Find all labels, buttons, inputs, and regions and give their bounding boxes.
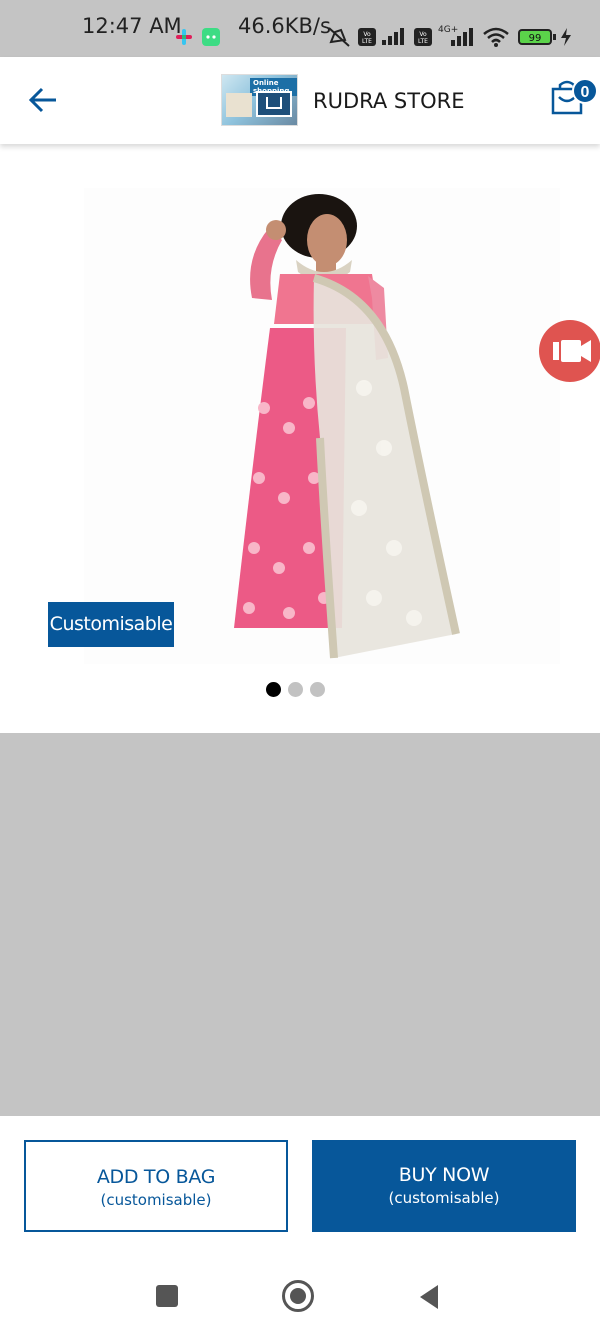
status-bar: 12:47 AM 46.6KB/s Vo LTE Vo LTE 4G+ 99	[0, 0, 600, 57]
back-button[interactable]	[26, 83, 60, 117]
buy-now-sublabel: (customisable)	[388, 1189, 500, 1207]
carousel-dot-1[interactable]	[266, 682, 281, 697]
add-to-bag-sublabel: (customisable)	[100, 1191, 212, 1209]
customisable-tag: Customisable	[48, 602, 174, 647]
cart-icon	[266, 97, 282, 109]
status-time: 12:47 AM	[82, 14, 182, 38]
arrow-left-icon	[28, 87, 56, 113]
svg-text:99: 99	[529, 33, 542, 44]
system-nav-bar	[0, 1260, 600, 1333]
action-bar: ADD TO BAG (customisable) BUY NOW (custo…	[0, 1116, 600, 1260]
wifi-icon	[482, 26, 510, 53]
home-circle-icon[interactable]	[282, 1280, 314, 1312]
battery-icon: 99	[517, 27, 557, 52]
svg-text:4G+: 4G+	[438, 25, 458, 35]
volte-icon: Vo LTE	[357, 27, 377, 52]
add-to-bag-button[interactable]: ADD TO BAG (customisable)	[24, 1140, 288, 1232]
buy-now-label: BUY NOW	[398, 1164, 490, 1186]
add-to-bag-label: ADD TO BAG	[96, 1166, 216, 1188]
mute-icon	[327, 26, 351, 53]
store-name[interactable]: RUDRA STORE	[313, 89, 464, 113]
product-gallery: Customisable	[0, 144, 600, 733]
video-button[interactable]	[539, 320, 600, 382]
slack-icon	[175, 28, 193, 51]
carousel-dot-3[interactable]	[310, 682, 325, 697]
cart-count-badge: 0	[572, 78, 598, 104]
carousel-dot-2[interactable]	[288, 682, 303, 697]
charging-icon	[559, 27, 573, 52]
product-image[interactable]	[84, 188, 560, 664]
svg-text:Vo: Vo	[363, 31, 371, 38]
store-logo: Online shopping	[221, 74, 298, 126]
content-placeholder	[0, 733, 600, 1116]
signal-icon: 4G+	[437, 24, 475, 53]
recents-square-icon[interactable]	[156, 1285, 178, 1307]
svg-text:LTE: LTE	[418, 38, 428, 45]
buy-now-button[interactable]: BUY NOW (customisable)	[312, 1140, 576, 1232]
volte-icon: Vo LTE	[413, 27, 433, 52]
svg-text:Vo: Vo	[419, 31, 427, 38]
saree-model-image	[234, 194, 460, 659]
app-header: Online shopping RUDRA STORE	[0, 57, 600, 144]
video-camera-icon	[553, 340, 591, 362]
network-speed: 46.6KB/s	[238, 14, 331, 38]
signal-icon	[381, 26, 407, 51]
back-triangle-icon[interactable]	[418, 1284, 440, 1315]
svg-text:LTE: LTE	[362, 38, 372, 45]
android-icon	[201, 27, 221, 52]
carousel-dots	[266, 682, 332, 698]
